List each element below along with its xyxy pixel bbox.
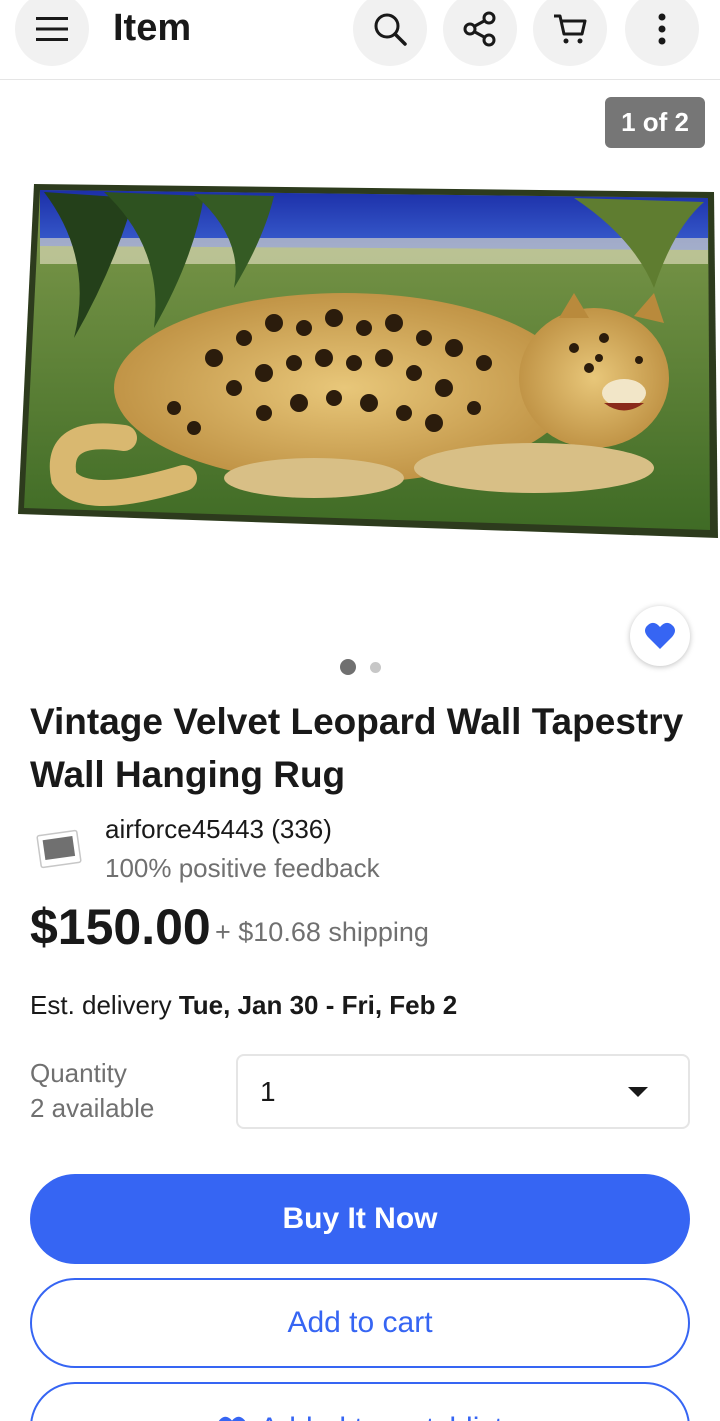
more-options-button[interactable] xyxy=(625,0,699,66)
watchlist-content: Added to watchlist xyxy=(217,1412,503,1421)
item-title: Vintage Velvet Leopard Wall Tapestry Wal… xyxy=(30,701,684,795)
menu-icon xyxy=(36,17,68,41)
more-icon xyxy=(658,13,666,45)
watch-heart-button[interactable] xyxy=(630,606,690,666)
share-button[interactable] xyxy=(443,0,517,66)
quantity-available: 2 available xyxy=(30,1093,155,1123)
heart-icon xyxy=(645,622,675,649)
dropdown-arrow-icon xyxy=(628,1087,648,1097)
carousel-indicator[interactable] xyxy=(0,659,720,675)
menu-button[interactable] xyxy=(15,0,89,66)
share-icon xyxy=(463,11,496,47)
image-gallery[interactable]: 1 of 2 xyxy=(0,82,720,692)
page-title: Item xyxy=(113,7,192,49)
shipping-cost: + $10.68 shipping xyxy=(215,917,429,947)
heart-icon xyxy=(219,1416,246,1421)
product-image[interactable] xyxy=(14,178,718,548)
add-to-cart-button[interactable]: Add to cart xyxy=(30,1278,690,1368)
seller-avatar-icon[interactable] xyxy=(35,825,83,873)
cart-icon xyxy=(554,14,587,44)
seller-feedback: 100% positive feedback xyxy=(105,853,380,883)
watchlist-button[interactable]: Added to watchlist xyxy=(30,1382,690,1421)
search-button[interactable] xyxy=(353,0,427,66)
estimated-delivery: Est. delivery Tue, Jan 30 - Fri, Feb 2 xyxy=(30,990,457,1021)
top-app-bar: Item xyxy=(0,0,720,80)
quantity-label: Quantity xyxy=(30,1058,127,1088)
watchlist-label: Added to watchlist xyxy=(259,1412,502,1421)
quantity-value: 1 xyxy=(260,1076,276,1107)
buy-it-now-button[interactable]: Buy It Now xyxy=(30,1174,690,1264)
carousel-dot-active[interactable] xyxy=(339,659,356,675)
item-price: $150.00 xyxy=(30,899,211,955)
image-counter: 1 of 2 xyxy=(605,97,705,148)
delivery-label: Est. delivery xyxy=(30,990,179,1020)
carousel-dot[interactable] xyxy=(369,661,381,673)
seller-name-link[interactable]: airforce45443 (336) xyxy=(105,814,332,845)
delivery-dates: Tue, Jan 30 - Fri, Feb 2 xyxy=(178,990,458,1020)
cart-button[interactable] xyxy=(533,0,607,66)
search-icon xyxy=(374,13,407,46)
quantity-select[interactable]: 1 xyxy=(236,1054,690,1129)
